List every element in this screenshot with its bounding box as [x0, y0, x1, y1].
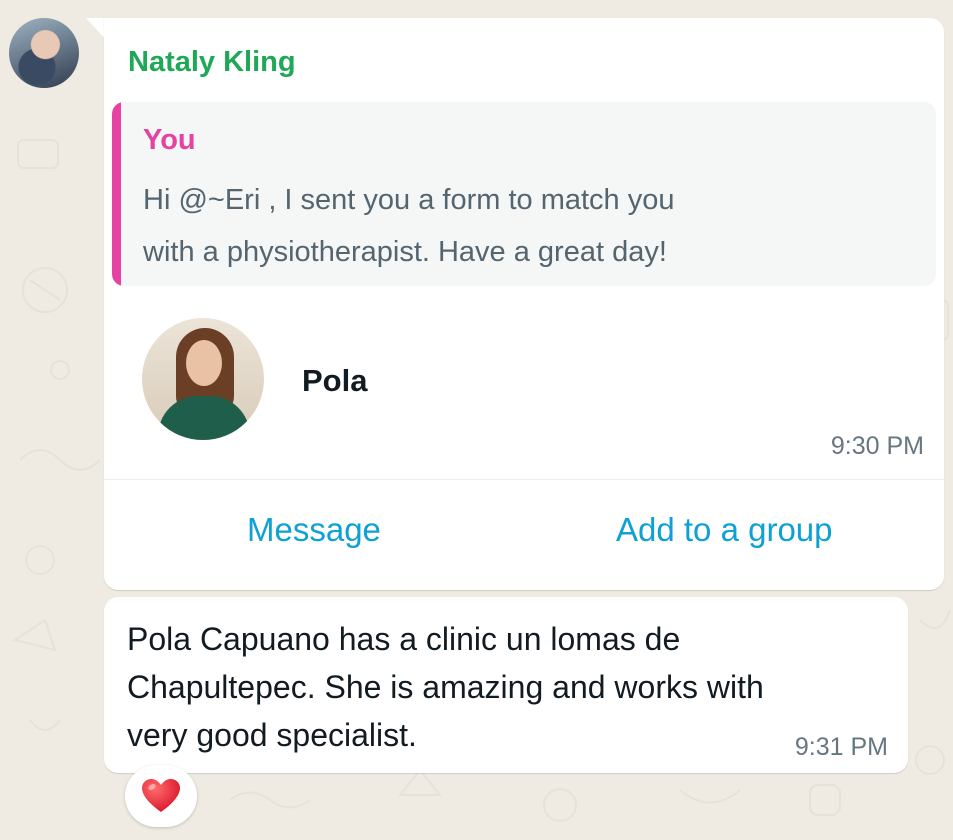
quote-line-2: with a physiotherapist. Have a great day… — [143, 236, 667, 268]
card-divider — [104, 479, 944, 480]
message-contact-button[interactable]: Message — [247, 511, 381, 549]
sender-name[interactable]: Nataly Kling — [128, 46, 296, 79]
quote-text: Hi @~Eri , I sent you a form to match yo… — [143, 174, 843, 278]
quoted-message[interactable]: You Hi @~Eri , I sent you a form to matc… — [112, 102, 936, 286]
message-line-3: very good specialist. — [127, 717, 417, 753]
message-timestamp: 9:30 PM — [830, 432, 924, 460]
message-line-2: Chapultepec. She is amazing and works wi… — [127, 669, 764, 705]
quote-author: You — [143, 124, 196, 156]
sender-avatar[interactable] — [9, 18, 79, 88]
quote-accent-bar — [112, 102, 121, 286]
message-line-1: Pola Capuano has a clinic un lomas de — [127, 621, 681, 657]
contact-name[interactable]: Pola — [302, 363, 367, 399]
message-text: Pola Capuano has a clinic un lomas de Ch… — [127, 615, 887, 759]
text-message-bubble: Pola Capuano has a clinic un lomas de Ch… — [104, 597, 908, 773]
contact-message-bubble: Nataly Kling You Hi @~Eri , I sent you a… — [104, 18, 944, 590]
bubble-tail — [86, 18, 106, 40]
quote-line-1: Hi @~Eri , I sent you a form to match yo… — [143, 184, 675, 216]
add-to-group-button[interactable]: Add to a group — [616, 511, 833, 549]
heart-icon — [142, 779, 180, 812]
message-timestamp: 9:31 PM — [794, 733, 888, 761]
reaction-badge[interactable] — [125, 765, 197, 827]
contact-avatar[interactable] — [142, 318, 264, 440]
